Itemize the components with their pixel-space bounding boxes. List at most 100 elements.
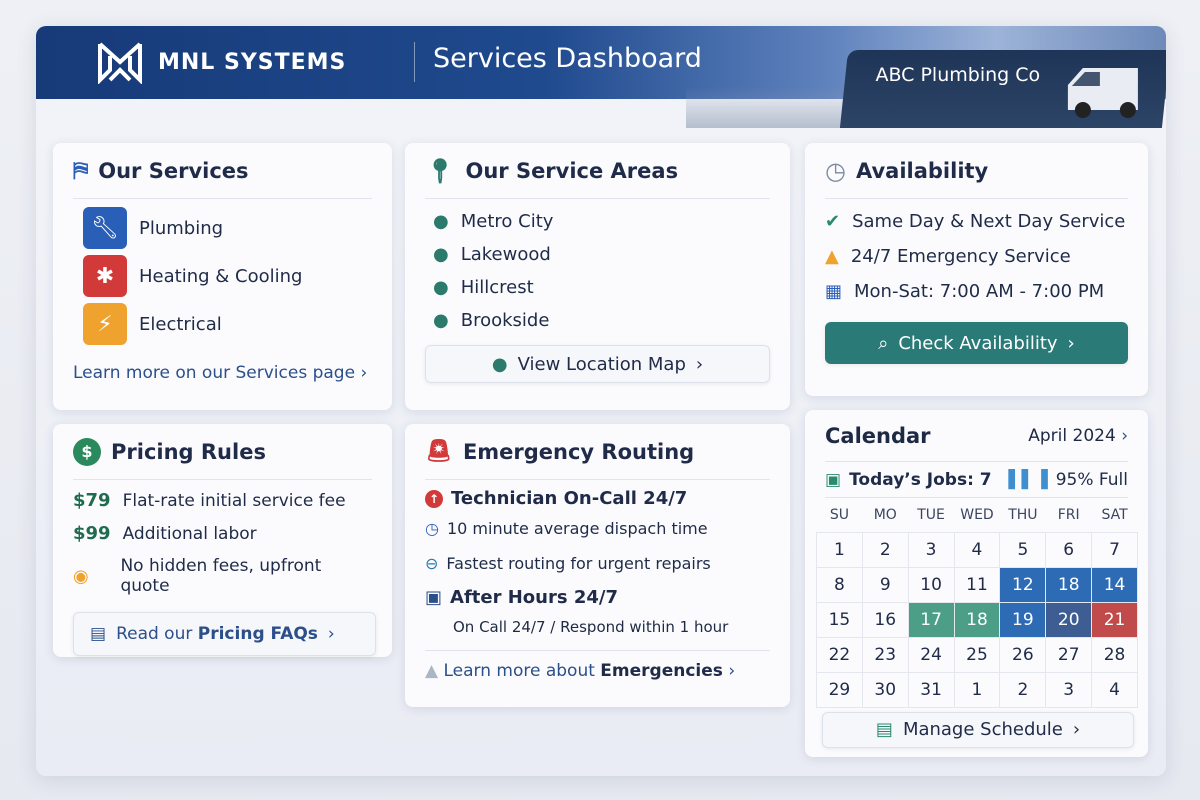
calendar-day[interactable]: 1	[816, 531, 863, 568]
calendar-day[interactable]: 18	[953, 601, 1001, 638]
company-badge: ABC Plumbing Co	[839, 50, 1166, 128]
area-label: Hillcrest	[460, 277, 534, 298]
calendar-card: Calendar April 2024 › ▣ Today’s Jobs: 7 ▌…	[805, 410, 1148, 757]
after-hours-sub: On Call 24/7 / Respond within 1 hour	[453, 618, 729, 636]
service-label: Plumbing	[139, 217, 224, 239]
service-label: Electrical	[139, 313, 222, 335]
calendar-day[interactable]: 22	[816, 636, 863, 673]
van-icon	[1067, 68, 1138, 118]
emergencies-link[interactable]: ▲ Learn more about Emergencies ›	[425, 650, 770, 681]
calendar-day[interactable]: 6	[1045, 531, 1093, 568]
page-title: Services Dashboard	[433, 43, 702, 74]
month-selector[interactable]: April 2024 ›	[1028, 426, 1128, 446]
routing-icon: ⊖	[425, 554, 439, 573]
map-pin-icon: ●	[433, 277, 449, 298]
area-item: ● Metro City	[433, 211, 770, 232]
calendar-day[interactable]: 10	[907, 566, 955, 603]
calendar-day[interactable]: 21	[1091, 601, 1138, 638]
calendar-day[interactable]: 5	[999, 531, 1047, 568]
capacity: ▌▌▐ 95% Full	[1009, 470, 1129, 490]
calendar-day[interactable]: 23	[861, 636, 909, 673]
calendar-day[interactable]: 2	[861, 531, 909, 568]
availability-item: ▲ 24/7 Emergency Service	[825, 246, 1128, 267]
calendar-day[interactable]: 4	[1091, 671, 1138, 708]
calendar-day[interactable]: 25	[953, 636, 1001, 673]
calendar-day[interactable]: 1	[953, 671, 1001, 708]
service-item-plumbing[interactable]: 🔧︎ Plumbing	[83, 207, 372, 249]
calendar-day[interactable]: 31	[907, 671, 955, 708]
area-item: ● Brookside	[433, 310, 770, 331]
calendar-day[interactable]: 26	[999, 636, 1047, 673]
calendar-day[interactable]: 2	[999, 671, 1047, 708]
jobs-label: Today’s Jobs: 7	[849, 469, 992, 490]
availability-label: 24/7 Emergency Service	[850, 246, 1071, 267]
chevron-right-icon: ›	[1121, 425, 1128, 446]
routing-label: Fastest routing for urgent repairs	[446, 554, 711, 573]
brand-name: MNL SYSTEMS	[158, 49, 347, 75]
area-label: Brookside	[460, 310, 550, 331]
calendar-day[interactable]: 3	[907, 531, 955, 568]
calendar-day[interactable]: 12	[999, 566, 1047, 603]
city-skyline-image	[686, 86, 856, 128]
calendar-day[interactable]: 18	[1045, 566, 1093, 603]
bar-chart-icon: ▌▌▐	[1008, 469, 1048, 490]
services-page-link[interactable]: Learn more on our Services page ›	[73, 363, 372, 383]
chevron-right-icon: ›	[1067, 332, 1075, 354]
calendar-day[interactable]: 17	[907, 601, 955, 638]
calendar-day[interactable]: 19	[999, 601, 1047, 638]
calendar-day[interactable]: 11	[953, 566, 1001, 603]
pricing-item: $99 Additional labor	[73, 523, 372, 544]
button-label: Check Availability	[898, 332, 1058, 354]
oncall-label: Technician On-Call 24/7	[451, 488, 688, 509]
calendar-day[interactable]: 27	[1045, 636, 1093, 673]
pricing-card: $ Pricing Rules $79 Flat-rate initial serv…	[53, 424, 392, 657]
calendar-day[interactable]: 4	[953, 531, 1001, 568]
map-pin-icon: ●	[433, 310, 449, 331]
service-item-electrical[interactable]: ⚡︎ Electrical	[83, 303, 372, 345]
area-label: Metro City	[460, 211, 554, 232]
map-pin-icon: ●	[491, 353, 508, 375]
calendar-day[interactable]: 30	[861, 671, 909, 708]
service-areas-card: 📍︎ Our Service Areas ● Metro City ● Lakewoo…	[405, 143, 790, 410]
calendar-day[interactable]: 8	[816, 566, 863, 603]
services-icon: ⛿	[73, 158, 89, 182]
calendar-day[interactable]: 16	[861, 601, 909, 638]
warning-icon: ▲	[825, 246, 839, 267]
calendar-day[interactable]: 28	[1091, 636, 1138, 673]
availability-item: ▦ Mon-Sat: 7:00 AM - 7:00 PM	[825, 281, 1128, 302]
routing-item: ⊖ Fastest routing for urgent repairs	[425, 554, 770, 573]
chevron-right-icon: ›	[695, 353, 704, 375]
view-location-map-button[interactable]: ● View Location Map ›	[425, 345, 770, 383]
button-prefix: Read our	[116, 624, 198, 644]
lightning-icon: ⚡︎	[83, 303, 127, 345]
price-desc: Additional labor	[122, 523, 257, 544]
calendar-grid: SU MO TUE WED THU FRI SAT 1 2 3 4 5 6 7 8 9 10 11 12 18 14 1…	[816, 498, 1138, 708]
price: $99	[73, 523, 111, 544]
calendar-day[interactable]: 7	[1091, 531, 1138, 568]
pricing-item: ◉ No hidden fees, upfront quote	[73, 556, 372, 596]
pricing-faqs-button[interactable]: ▤ Read our Pricing FAQs ›	[73, 612, 376, 656]
logo: MNL SYSTEMS	[96, 40, 346, 84]
weekday-header: TUE	[917, 506, 945, 523]
calendar-day[interactable]: 14	[1091, 566, 1138, 603]
map-pin-icon: 📍︎	[425, 156, 456, 185]
mnl-logo-icon	[98, 42, 142, 84]
calendar-day[interactable]: 20	[1045, 601, 1093, 638]
calendar-day[interactable]: 24	[907, 636, 955, 673]
capacity-label: 95% Full	[1055, 469, 1128, 490]
check-availability-button[interactable]: ⌕ Check Availability ›	[825, 322, 1128, 364]
button-label: View Location Map	[517, 353, 686, 375]
service-item-heating[interactable]: ✱ Heating & Cooling	[83, 255, 372, 297]
calendar-day[interactable]: 9	[861, 566, 909, 603]
card-title: Our Service Areas	[465, 158, 679, 183]
services-card: ⛿ Our Services 🔧︎ Plumbing ✱ Heating & Cool…	[53, 143, 392, 410]
clock-icon: ◷	[425, 519, 439, 538]
document-icon: ▤	[90, 624, 107, 644]
company-name: ABC Plumbing Co	[875, 64, 1041, 86]
calendar-day[interactable]: 3	[1045, 671, 1093, 708]
button-label: Manage Schedule	[902, 719, 1063, 740]
after-hours-label: After Hours 24/7	[450, 587, 618, 608]
calendar-day[interactable]: 29	[816, 671, 863, 708]
manage-schedule-button[interactable]: ▤ Manage Schedule ›	[822, 711, 1134, 748]
calendar-day[interactable]: 15	[816, 601, 863, 638]
